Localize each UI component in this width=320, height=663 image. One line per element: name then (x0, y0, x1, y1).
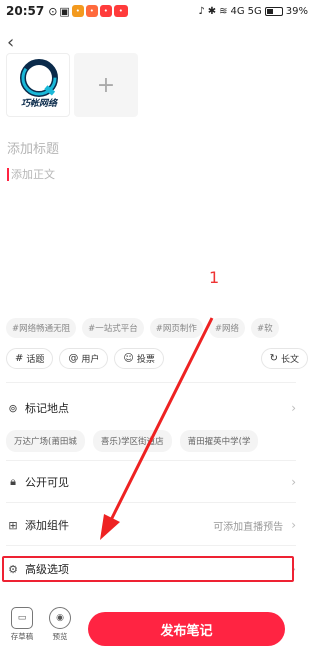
topic-label: 话题 (26, 355, 45, 365)
refresh-icon: ↻ (269, 353, 278, 364)
topic-button[interactable]: # 话题 (6, 348, 54, 369)
vote-button[interactable]: ☺ 投票 (114, 348, 164, 369)
add-image-button[interactable]: + (74, 53, 138, 117)
draft-icon: ▭ (11, 607, 33, 629)
annotation-highlight-box (2, 556, 294, 582)
topic-tag[interactable]: #一站式平台 (82, 318, 144, 338)
preview-label: 预览 (52, 632, 68, 641)
component-hint: 可添加直播预告 (213, 521, 284, 533)
hash-icon: # (15, 353, 24, 364)
divider (6, 382, 296, 383)
at-icon: @ (68, 353, 79, 364)
topic-tag[interactable]: #网络畅通无阻 (6, 318, 77, 338)
vote-icon: ☺ (123, 353, 134, 364)
wifi-icon: ≋ (219, 5, 228, 17)
visibility-label: 公开可见 (25, 476, 69, 489)
app-icon: • (113, 5, 128, 17)
divider (6, 545, 296, 546)
lock-icon: 🔒︎ (10, 475, 16, 488)
component-row[interactable]: ⊞ 添加组件 可添加直播预告 › (6, 517, 296, 533)
divider (6, 502, 296, 503)
image-thumbnail[interactable]: 巧帐网络 (6, 53, 70, 117)
draft-label: 存草稿 (10, 632, 34, 641)
status-bar: 20:57 ⊙ ▣ • • • • ♪ ✱ ≋ 4G 5G 39% (0, 0, 314, 22)
bottom-bar: ▭ 存草稿 ◉ 预览 发布笔记 (0, 607, 314, 655)
long-text-button[interactable]: ↻ 长文 (260, 348, 308, 369)
topic-tag[interactable]: #软 (251, 318, 279, 338)
body-input[interactable]: 添加正文 (7, 166, 55, 182)
notification-icons: ⊙ ▣ • • • • (48, 5, 128, 18)
chevron-right-icon: › (291, 518, 296, 532)
mention-button[interactable]: @ 用户 (59, 348, 109, 369)
eye-icon: ◉ (49, 607, 71, 629)
plus-icon: + (96, 72, 116, 98)
topic-tag[interactable]: #网页制作 (149, 318, 203, 338)
logo-text: 巧帐网络 (21, 98, 59, 109)
location-suggestions: 万达广场(莆田城 喜乐)学区街道店 莆田擢英中学(学 (6, 430, 296, 452)
location-chip[interactable]: 喜乐)学区街道店 (92, 430, 172, 452)
grid-icon: ⊞ (8, 518, 18, 532)
app-icon: • (71, 5, 84, 17)
vote-label: 投票 (136, 355, 155, 365)
network-4g: 4G (230, 5, 245, 17)
battery-level: 39% (285, 5, 308, 17)
component-label: 添加组件 (25, 519, 69, 532)
visibility-row[interactable]: 🔒︎ 公开可见 › (6, 474, 296, 490)
body-placeholder: 添加正文 (11, 168, 55, 181)
topic-tag[interactable]: #网络 (208, 318, 245, 338)
chevron-left-icon: ‹ (7, 32, 15, 53)
annotation-number: 1 (209, 268, 220, 287)
publish-button[interactable]: 发布笔记 (88, 612, 285, 646)
title-input[interactable]: 添加标题 (7, 138, 59, 157)
divider (6, 460, 296, 461)
preview-button[interactable]: ◉ 预览 (42, 607, 78, 642)
mention-label: 用户 (81, 355, 100, 365)
location-chip[interactable]: 万达广场(莆田城 (6, 430, 85, 452)
app-icon: • (99, 5, 112, 17)
location-chip[interactable]: 莆田擢英中学(学 (179, 430, 259, 452)
long-text-label: 长文 (280, 355, 299, 365)
editor-toolbar: # 话题 @ 用户 ☺ 投票 ↻ 长文 (6, 348, 308, 369)
location-label: 标记地点 (25, 402, 69, 415)
location-row[interactable]: ⊚ 标记地点 › (6, 400, 296, 416)
bluetooth-icon: ✱ (207, 5, 217, 17)
logo-image: 巧帐网络 (20, 59, 59, 109)
battery-icon (264, 6, 283, 16)
text-caret (7, 167, 9, 181)
status-time: 20:57 (6, 4, 45, 18)
location-pin-icon: ⊚ (8, 401, 18, 415)
nfc-icon: ▣ (59, 4, 70, 18)
mute-icon: ♪ (198, 5, 205, 17)
chevron-right-icon: › (291, 475, 296, 489)
network-5g: 5G (247, 5, 262, 17)
save-draft-button[interactable]: ▭ 存草稿 (4, 607, 40, 642)
topic-tag-list: #网络畅通无阻 #一站式平台 #网页制作 #网络 #软 (6, 318, 306, 338)
back-button[interactable]: ‹ (7, 34, 14, 52)
clock-icon: ⊙ (48, 4, 58, 18)
chevron-right-icon: › (291, 401, 296, 415)
system-icons: ♪ ✱ ≋ 4G 5G 39% (198, 6, 308, 17)
app-icon: • (85, 5, 98, 17)
